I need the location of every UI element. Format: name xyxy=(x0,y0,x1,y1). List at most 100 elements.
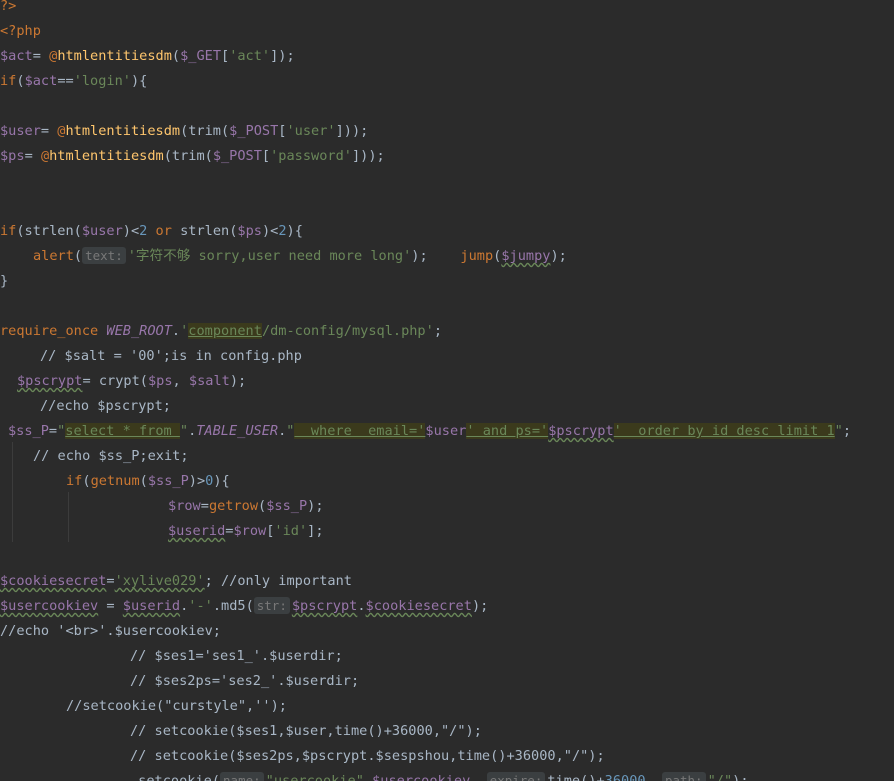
code-token: $act xyxy=(24,73,58,89)
code-token: ); xyxy=(550,248,567,264)
code-line: <?php xyxy=(0,19,41,44)
code-token: 'id' xyxy=(274,523,308,539)
code-token: )> xyxy=(188,473,206,489)
code-token: , xyxy=(363,773,373,781)
code-token: 36000 xyxy=(604,773,646,781)
code-token: == xyxy=(57,73,74,89)
code-token: // setcookie($ses1,$user,time()+36000,"/… xyxy=(130,723,482,739)
code-token: [ xyxy=(261,148,271,164)
code-token: require_once xyxy=(0,323,107,339)
code-token: ]; xyxy=(307,523,324,539)
code-token: )< xyxy=(122,223,140,239)
code-editor[interactable]: ?> <?php $act= @htmlentitiesdm($_GET['act'… xyxy=(0,0,894,781)
code-token: ){ xyxy=(130,73,148,89)
code-token: ( xyxy=(171,48,181,64)
code-token: getrow xyxy=(208,498,259,514)
code-token: 'xylive029' xyxy=(114,573,205,589)
code-token: ( xyxy=(258,498,267,514)
code-token: $_POST xyxy=(229,123,279,139)
code-token: htmlentitiesdm xyxy=(65,123,181,139)
code-token: // echo $ss_P;exit; xyxy=(33,448,189,464)
code-token: alert xyxy=(33,248,74,264)
parameter-hint: name: xyxy=(220,772,264,781)
code-line: // setcookie($ses1,$user,time()+36000,"/… xyxy=(0,719,482,744)
code-token: = xyxy=(106,573,115,589)
code-token: ); xyxy=(732,773,749,781)
code-token: ' and ps=' xyxy=(466,423,549,439)
code-token: = xyxy=(48,423,58,439)
code-token: $_POST xyxy=(212,148,262,164)
code-token: = xyxy=(32,48,50,64)
code-line: ?> xyxy=(0,0,16,19)
code-token: //echo $pscrypt; xyxy=(40,398,171,414)
code-line: $usercookiev = $userid. '-'.md5(str: $pscr… xyxy=(0,594,488,619)
code-token: WEB_ROOT xyxy=(106,323,172,339)
code-token: . xyxy=(171,323,181,339)
code-line: //echo $pscrypt; xyxy=(0,394,171,419)
code-token: // setcookie($ses2ps,$pscrypt.$sespshou,… xyxy=(130,748,605,764)
code-token: )< xyxy=(261,223,279,239)
code-line: $user= @htmlentitiesdm(trim($_POST['user… xyxy=(0,119,368,144)
code-line: $userid=$row['id']; xyxy=(0,519,324,544)
code-token: // $ses1='ses1_'.$userdir; xyxy=(130,648,343,664)
code-token: = crypt( xyxy=(82,373,148,389)
code-token: $usercookiev xyxy=(0,598,99,614)
code-token: $act xyxy=(0,48,33,64)
code-token: $cookiesecret xyxy=(365,598,472,614)
code-token: . xyxy=(357,598,366,614)
code-token: $jumpy xyxy=(501,248,551,264)
parameter-hint: expire: xyxy=(486,772,546,781)
code-token: setcookie( xyxy=(130,773,221,781)
code-token: .md5( xyxy=(212,598,254,614)
code-line: } xyxy=(0,269,8,294)
code-token: $user xyxy=(0,123,41,139)
code-line: // echo $ss_P;exit; xyxy=(0,444,189,469)
code-token: select * from xyxy=(65,423,180,439)
code-token: [ xyxy=(221,48,230,64)
code-token: 'act' xyxy=(229,48,271,64)
code-token: strlen( xyxy=(180,223,238,239)
code-token: $ps xyxy=(0,148,25,164)
code-line: // $ses1='ses1_'.$userdir; xyxy=(0,644,343,669)
code-line: $act= @htmlentitiesdm($_GET['act']); xyxy=(0,44,295,69)
code-line: $row=getrow($ss_P); xyxy=(0,494,324,519)
code-token: // $salt = '00';is in config.php xyxy=(40,348,302,364)
code-token: "usercookie" xyxy=(265,773,364,781)
code-line: if(getnum($ss_P)>0){ xyxy=(0,469,230,494)
parameter-hint: path: xyxy=(661,772,706,781)
parameter-hint: str: xyxy=(253,597,290,614)
code-token: if xyxy=(0,73,17,89)
code-token: ); xyxy=(229,373,247,389)
code-line: // setcookie($ses2ps,$pscrypt.$sespshou,… xyxy=(0,744,605,769)
code-token: $pscrypt xyxy=(548,423,614,439)
code-token: ( xyxy=(16,73,25,89)
code-token: ( xyxy=(82,473,91,489)
code-token: $pscrypt xyxy=(17,373,83,389)
code-token: = xyxy=(98,598,123,614)
code-line: $ps= @htmlentitiesdm(trim($_POST['passwo… xyxy=(0,144,385,169)
code-line: require_once WEB_ROOT.'component/dm-conf… xyxy=(0,319,442,344)
code-token: ])); xyxy=(335,123,369,139)
code-token: $row xyxy=(233,523,267,539)
code-token: $row xyxy=(168,498,201,514)
code-token: "/" xyxy=(707,773,733,781)
code-line: //echo '<br>'.$usercookiev; xyxy=(0,619,221,644)
code-line: if(strlen($user)<2 or strlen($ps)<2){ xyxy=(0,219,303,244)
code-token: //echo '<br>'.$usercookiev; xyxy=(0,623,221,639)
code-token: ( xyxy=(73,248,83,264)
code-token: //setcookie("curstyle",''); xyxy=(66,698,287,714)
code-line: $ss_P="select * from ".TABLE_USER." wher… xyxy=(0,419,851,444)
code-line: if($act=='login'){ xyxy=(0,69,147,94)
code-token: $pscrypt xyxy=(291,598,358,614)
code-token: $_GET xyxy=(180,48,221,64)
code-token: if xyxy=(66,473,83,489)
code-token: '-' xyxy=(188,598,213,614)
code-token: = xyxy=(24,148,41,164)
code-token: getnum xyxy=(90,473,140,489)
code-token: 2 xyxy=(278,223,287,239)
code-token: ); xyxy=(411,248,461,264)
code-line: // $ses2ps='ses2_'.$userdir; xyxy=(0,669,359,694)
code-token: htmlentitiesdm xyxy=(49,148,164,164)
code-line: //setcookie("curstyle",''); xyxy=(0,694,287,719)
code-token: <?php xyxy=(0,23,41,39)
